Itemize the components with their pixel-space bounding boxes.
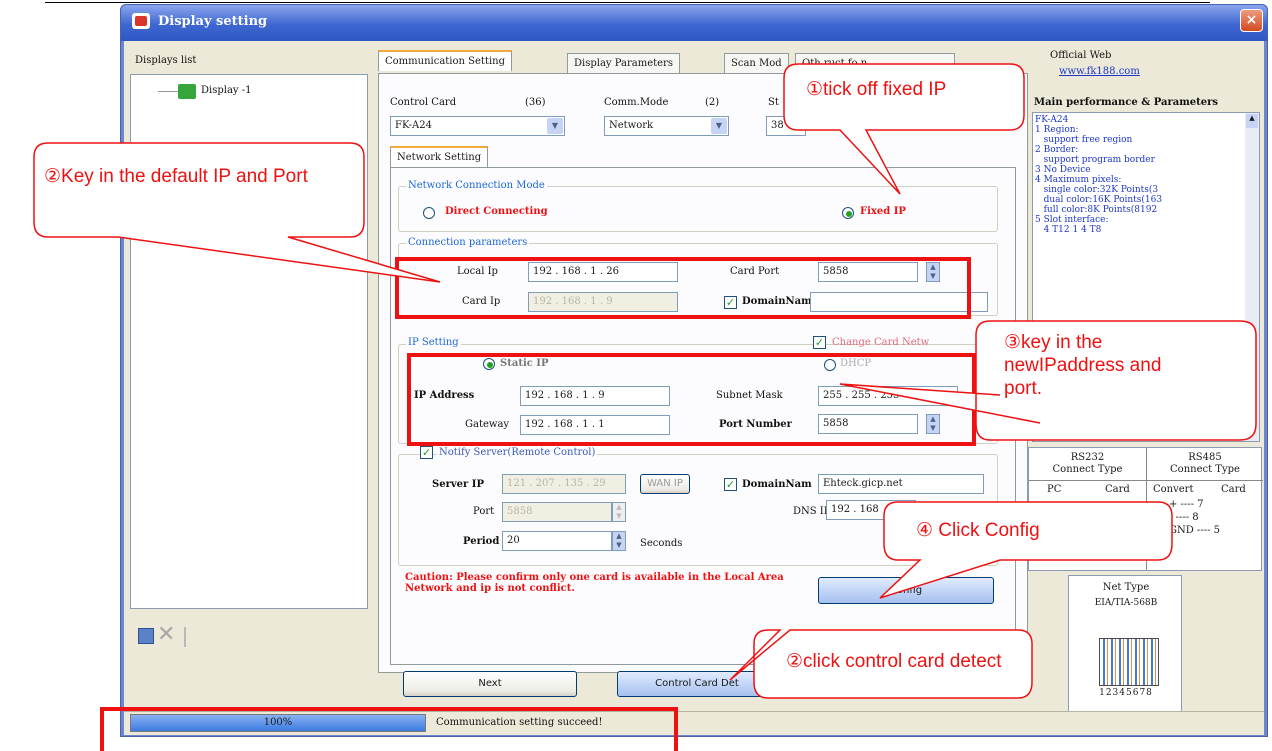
- callout-fixed-ip-text: ①tick off fixed IP: [806, 79, 947, 100]
- callout-default-ip-text: ②Key in the default IP and Port: [44, 166, 308, 187]
- callout-default-ip-bubble: [33, 142, 441, 283]
- callout-new-ip-text: ③key in the newIPaddress and port.: [1004, 332, 1162, 399]
- callout-config-bubble: [879, 501, 1173, 599]
- callout-config-text: ④ Click Config: [916, 520, 1040, 541]
- callout-detect-text: ②click control card detect: [786, 651, 1002, 672]
